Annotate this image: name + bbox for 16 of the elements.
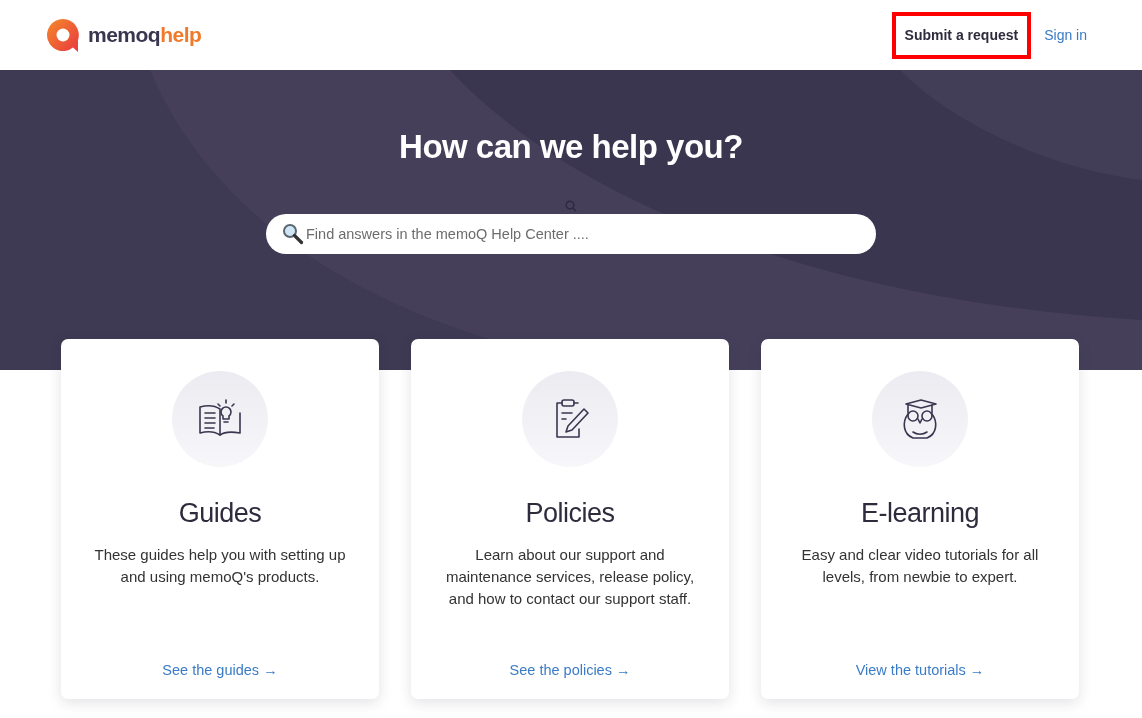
hero-title: How can we help you? [398, 127, 744, 167]
card-title: E-learning [860, 497, 980, 530]
card-description: Easy and clear video tutorials for all levels, from newbie to expert. [800, 544, 1040, 587]
search-field[interactable]: Find answers in the memoQ Help Center .... [266, 213, 876, 254]
sign-in-link[interactable]: Sign in [1035, 15, 1096, 55]
logo-icon [46, 18, 80, 52]
card-description: Learn about our support and maintenance services, release policy, and how to contact our support staff. [444, 544, 696, 609]
submit-request-link[interactable]: Submit a request [891, 11, 1032, 59]
card-description: These guides help you with setting up and using memoQ's products. [93, 544, 347, 587]
search-icon [565, 199, 577, 212]
card-link[interactable]: See the guides → [162, 659, 278, 682]
card-title: Guides [178, 497, 262, 530]
card-link[interactable]: See the policies → [509, 659, 631, 682]
card-title: Policies [525, 497, 615, 530]
logo-text: memoqhelp [88, 22, 202, 49]
card-link[interactable]: View the tutorials → [855, 659, 985, 682]
